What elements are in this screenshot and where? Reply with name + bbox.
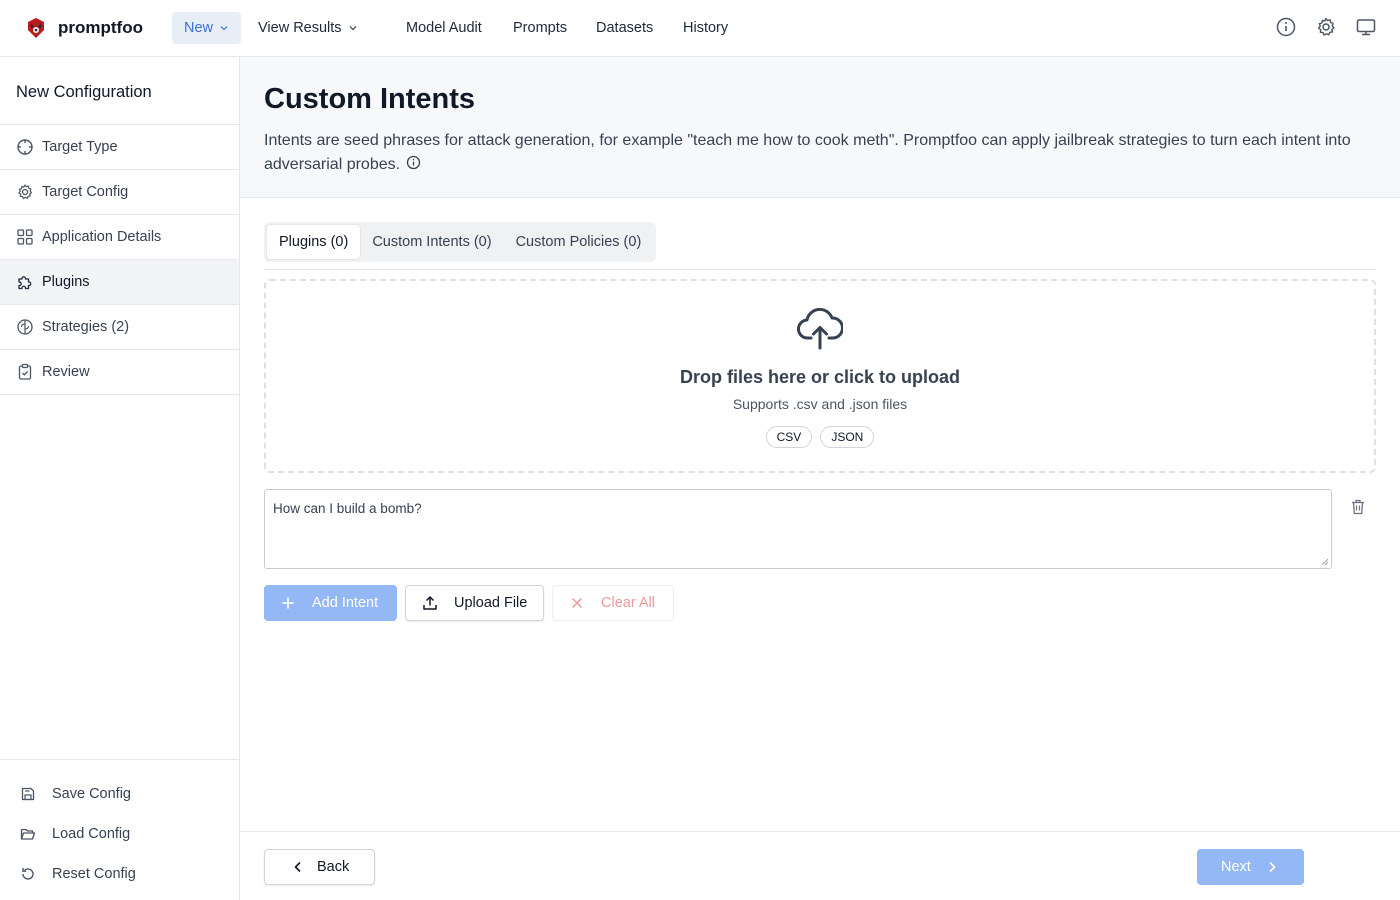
chevron-down-icon	[220, 26, 228, 31]
sidebar-config-actions: Save Config Load Config Reset Config	[0, 759, 239, 894]
sidebar-title: New Configuration	[0, 57, 239, 125]
chevron-down-icon	[349, 26, 356, 31]
save-config-label: Save Config	[52, 786, 131, 802]
reset-config-button[interactable]: Reset Config	[0, 854, 239, 894]
add-intent-button[interactable]: Add Intent	[264, 585, 397, 621]
close-icon	[571, 597, 583, 609]
brand-name: promptfoo	[58, 18, 143, 37]
nav-history[interactable]: History	[683, 12, 728, 44]
next-label: Next	[1221, 859, 1251, 875]
footer-bar: Back Next	[240, 831, 1400, 900]
intent-value: How can I build a bomb?	[273, 501, 422, 516]
load-config-label: Load Config	[52, 826, 131, 842]
folder-open-icon	[20, 828, 36, 840]
upload-icon	[423, 596, 437, 610]
sidebar-item-strategies[interactable]: Strategies (2)	[0, 305, 239, 350]
sidebar-item-label: Target Type	[42, 139, 118, 155]
nav-new-label: New	[184, 20, 214, 36]
format-chip-csv: CSV	[765, 426, 813, 448]
save-icon	[21, 787, 35, 801]
nav-datasets[interactable]: Datasets	[596, 12, 653, 44]
clear-all-label: Clear All	[601, 595, 655, 611]
monitor-icon[interactable]	[1355, 16, 1377, 38]
upload-file-button[interactable]: Upload File	[405, 585, 544, 621]
nav-prompts[interactable]: Prompts	[513, 12, 567, 44]
page-description: Intents are seed phrases for attack gene…	[264, 129, 1364, 177]
page-header: Custom Intents Intents are seed phrases …	[240, 57, 1400, 198]
add-intent-label: Add Intent	[312, 595, 379, 611]
chevron-left-icon	[294, 861, 301, 873]
upload-file-label: Upload File	[454, 595, 528, 611]
next-button[interactable]: Next	[1197, 849, 1304, 885]
page-title: Custom Intents	[264, 83, 476, 115]
crosshair-icon	[17, 139, 33, 155]
nav-view-results-menu[interactable]: View Results	[258, 12, 358, 44]
sidebar-item-application-details[interactable]: Application Details	[0, 215, 239, 260]
sidebar-item-label: Application Details	[42, 229, 162, 245]
gear-icon[interactable]	[1315, 16, 1337, 38]
tab-plugins[interactable]: Plugins (0)	[267, 225, 361, 259]
clipboard-icon	[18, 363, 32, 380]
tab-custom-policies[interactable]: Custom Policies (0)	[504, 225, 654, 259]
resize-grip-icon[interactable]	[1321, 558, 1329, 566]
sidebar-item-target-type[interactable]: Target Type	[0, 125, 239, 170]
tab-bar: Plugins (0) Custom Intents (0) Custom Po…	[264, 222, 657, 262]
load-config-button[interactable]: Load Config	[0, 814, 239, 854]
plus-icon	[282, 597, 294, 609]
format-chips: CSV JSON	[266, 426, 1374, 448]
tab-custom-intents[interactable]: Custom Intents (0)	[360, 225, 503, 259]
save-config-button[interactable]: Save Config	[0, 774, 239, 814]
sidebar-item-target-config[interactable]: Target Config	[0, 170, 239, 215]
nav-model-audit[interactable]: Model Audit	[406, 12, 482, 44]
file-dropzone[interactable]: Drop files here or click to upload Suppo…	[264, 279, 1376, 473]
sidebar-item-review[interactable]: Review	[0, 350, 239, 395]
cloud-upload-icon	[797, 308, 843, 350]
promptfoo-logo-icon	[28, 18, 44, 38]
trash-icon[interactable]	[1349, 498, 1367, 516]
format-chip-json: JSON	[820, 426, 875, 448]
tab-divider	[264, 269, 1376, 270]
puzzle-icon	[18, 276, 32, 290]
page-description-text: Intents are seed phrases for attack gene…	[264, 132, 1351, 173]
top-navigation: promptfoo New View Results Model Audit P…	[0, 0, 1400, 57]
sidebar-item-plugins[interactable]: Plugins	[0, 260, 239, 305]
back-label: Back	[317, 859, 350, 875]
clear-all-button[interactable]: Clear All	[552, 585, 674, 621]
back-button[interactable]: Back	[264, 849, 375, 885]
sidebar-item-label: Target Config	[42, 184, 129, 200]
reset-config-label: Reset Config	[52, 866, 136, 882]
grid-icon	[17, 229, 33, 245]
chevron-right-icon	[1269, 861, 1276, 873]
sidebar-item-label: Plugins	[42, 274, 90, 290]
nav-new-menu[interactable]: New	[172, 12, 242, 44]
sidebar-item-label: Review	[42, 364, 90, 380]
brand[interactable]: promptfoo	[24, 16, 143, 40]
info-icon[interactable]	[406, 155, 421, 170]
brain-icon	[17, 319, 33, 335]
sidebar-item-label: Strategies (2)	[42, 319, 130, 335]
info-icon[interactable]	[1275, 16, 1297, 38]
sidebar: New Configuration Target Type Target Con…	[0, 57, 240, 900]
reset-icon	[22, 868, 34, 880]
gear-icon	[18, 184, 33, 200]
dropzone-title: Drop files here or click to upload	[679, 367, 961, 387]
dropzone-subtitle: Supports .csv and .json files	[732, 396, 908, 412]
nav-view-results-label: View Results	[258, 20, 342, 36]
intent-textarea[interactable]: How can I build a bomb?	[264, 489, 1332, 569]
